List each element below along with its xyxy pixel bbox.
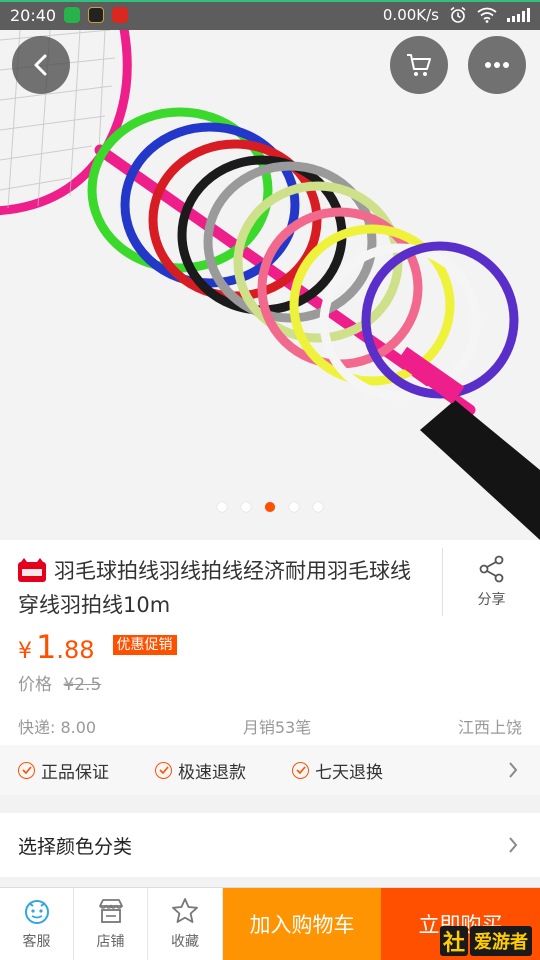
select-color-row[interactable]: 选择颜色分类 xyxy=(0,813,540,877)
alarm-icon xyxy=(450,6,466,23)
app-notification-icon xyxy=(64,7,81,23)
back-icon xyxy=(34,54,47,76)
price-row: ¥ 1 .88 优惠促销 xyxy=(18,628,177,666)
more-icon xyxy=(485,62,509,68)
store-icon xyxy=(98,899,123,923)
network-speed: 0.00K/s xyxy=(382,6,439,24)
product-info: 羽毛球拍线羽线拍线经济耐用羽毛球线穿线羽拍线10m 分享 ¥ 1 .88 优惠促… xyxy=(0,540,540,745)
guarantee-label: 极速退款 xyxy=(178,762,246,783)
product-photo xyxy=(0,30,540,540)
guarantee-item: 极速退款 xyxy=(155,758,246,783)
wifi-icon xyxy=(477,7,497,23)
meta-row: 快递: 8.00 月销53笔 江西上饶 xyxy=(18,714,522,738)
select-color-label: 选择颜色分类 xyxy=(18,835,133,858)
favorite-label: 收藏 xyxy=(171,934,199,950)
share-icon xyxy=(479,555,503,583)
guarantee-label: 七天退换 xyxy=(315,762,383,783)
more-button[interactable] xyxy=(468,36,526,94)
monthly-sales: 月销53笔 xyxy=(242,718,312,737)
customer-service-icon xyxy=(24,900,49,924)
star-icon xyxy=(172,898,198,923)
chevron-right-icon xyxy=(509,762,518,778)
price-decimal: .88 xyxy=(56,636,95,664)
chevron-right-icon xyxy=(509,837,518,853)
check-circle-icon xyxy=(155,761,172,779)
price-integer: 1 xyxy=(36,628,57,666)
product-detail-page: 20:40 0.00K/s 羽毛球拍线羽线拍线经济耐用羽毛球线穿线羽拍线10m … xyxy=(0,0,540,960)
customer-service-button[interactable]: 客服 xyxy=(0,888,74,960)
game-icon xyxy=(88,7,105,23)
guarantee-item: 七天退换 xyxy=(292,758,383,783)
cart-icon xyxy=(407,54,431,76)
carousel-dot xyxy=(313,502,323,512)
shipping-fee: 快递: 8.00 xyxy=(18,718,97,737)
favorite-button[interactable]: 收藏 xyxy=(148,888,223,960)
original-price-row: 价格 ¥2.5 xyxy=(18,670,101,695)
bottom-action-bar: 客服 店铺 收藏 加入购物车 立即购买 社 爱游者 xyxy=(0,887,540,960)
watermark-text: 爱游者 xyxy=(470,926,532,956)
buy-now-button[interactable]: 立即购买 社 爱游者 xyxy=(381,888,540,960)
share-button[interactable]: 分享 xyxy=(442,548,540,616)
status-time: 20:40 xyxy=(10,5,57,25)
guarantee-label: 正品保证 xyxy=(41,762,109,783)
original-price: ¥2.5 xyxy=(63,675,102,695)
carousel-dot xyxy=(289,502,299,512)
price-currency: ¥ xyxy=(18,639,32,664)
check-circle-icon xyxy=(292,761,309,779)
status-right: 0.00K/s xyxy=(383,6,530,24)
store-label: 店铺 xyxy=(96,934,125,950)
original-price-label: 价格 xyxy=(18,675,52,695)
customer-service-label: 客服 xyxy=(22,934,51,950)
status-bar-accent-line xyxy=(0,0,540,2)
share-label: 分享 xyxy=(477,592,506,608)
status-bar: 20:40 0.00K/s xyxy=(0,0,540,30)
watermark-icon: 社 xyxy=(440,926,468,956)
carousel-dot-active xyxy=(265,502,275,512)
carousel-dot xyxy=(241,502,251,512)
carousel-dot xyxy=(217,502,227,512)
product-image-carousel[interactable] xyxy=(0,30,540,540)
promo-badge: 优惠促销 xyxy=(112,635,177,655)
tmall-icon xyxy=(18,558,46,582)
cart-button[interactable] xyxy=(390,36,448,94)
signal-icon xyxy=(507,8,530,22)
back-button[interactable] xyxy=(12,36,70,94)
product-title: 羽毛球拍线羽线拍线经济耐用羽毛球线穿线羽拍线10m xyxy=(18,559,411,617)
news-icon xyxy=(112,7,129,23)
carousel-dots xyxy=(0,502,540,512)
watermark-logo: 社 爱游者 xyxy=(440,926,532,956)
ship-from-location: 江西上饶 xyxy=(457,718,522,737)
add-to-cart-label: 加入购物车 xyxy=(249,913,355,937)
add-to-cart-button[interactable]: 加入购物车 xyxy=(223,888,381,960)
service-guarantees[interactable]: 正品保证 极速退款 七天退换 xyxy=(0,745,540,795)
product-title-block: 羽毛球拍线羽线拍线经济耐用羽毛球线穿线羽拍线10m xyxy=(18,554,428,622)
store-button[interactable]: 店铺 xyxy=(74,888,148,960)
status-left: 20:40 xyxy=(10,5,129,25)
check-circle-icon xyxy=(18,761,35,779)
guarantee-item: 正品保证 xyxy=(18,758,109,783)
